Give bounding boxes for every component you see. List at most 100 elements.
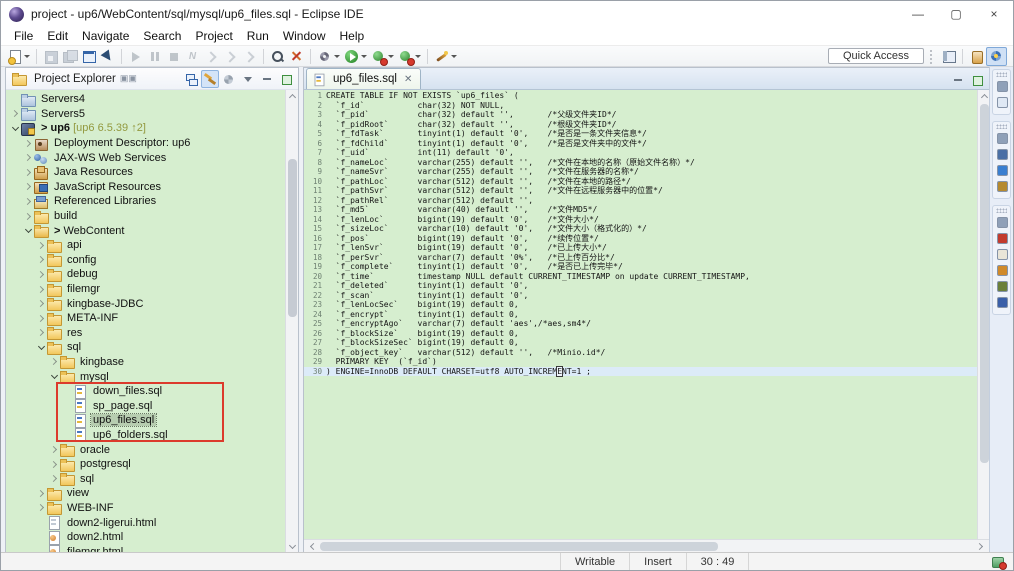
tree-item-sp-page-sql[interactable]: sp_page.sql: [6, 398, 285, 414]
view-menu-button[interactable]: [239, 70, 257, 88]
menu-project[interactable]: Project: [188, 28, 239, 44]
link-with-editor-button[interactable]: [201, 69, 219, 88]
mark-occurrences-button[interactable]: [287, 47, 306, 66]
filters-button[interactable]: [220, 70, 238, 88]
collapsed-chevron-icon[interactable]: [49, 473, 60, 484]
tree-item-view[interactable]: view: [6, 486, 285, 501]
collapsed-chevron-icon[interactable]: [36, 327, 47, 338]
external-tools-button[interactable]: [315, 47, 342, 66]
tree-item-down2-html[interactable]: down2.html: [6, 530, 285, 545]
open-console-button[interactable]: [79, 47, 98, 66]
minimize-window-button[interactable]: —: [899, 1, 937, 27]
collapsed-chevron-icon[interactable]: [36, 488, 47, 499]
collapsed-chevron-icon[interactable]: [23, 167, 34, 178]
collapsed-chevron-icon[interactable]: [23, 138, 34, 149]
tree-item-up6-folders-sql[interactable]: up6_folders.sql: [6, 428, 285, 443]
tree-item-servers4[interactable]: Servers4: [6, 92, 285, 107]
tree-item-kingbase-jdbc[interactable]: kingbase-JDBC: [6, 296, 285, 312]
search-button[interactable]: [268, 47, 287, 66]
history-view-icon[interactable]: [994, 247, 1010, 261]
minimize-editor-button[interactable]: [949, 71, 967, 89]
collapse-all-button[interactable]: [182, 70, 200, 88]
scrollbar-thumb[interactable]: [980, 104, 989, 464]
tree-scrollbar[interactable]: [285, 90, 298, 553]
tree-item-javascript-resources[interactable]: JavaScript Resources: [6, 180, 285, 195]
collapsed-chevron-icon[interactable]: [36, 269, 47, 280]
tree-item-api[interactable]: api: [6, 238, 285, 253]
tree-item-java-resources[interactable]: Java Resources: [6, 165, 285, 180]
editor-horizontal-scrollbar[interactable]: [304, 539, 990, 553]
menu-run[interactable]: Run: [240, 28, 276, 44]
run-button[interactable]: [342, 47, 369, 66]
tree-item-down2-ligerui-html[interactable]: down2-ligerui.html: [6, 515, 285, 531]
minimize-view-button[interactable]: [258, 70, 276, 88]
scrollbar-thumb[interactable]: [288, 159, 297, 317]
tab-up6-files-sql[interactable]: up6_files.sql ✕: [306, 68, 422, 89]
coverage-button[interactable]: [369, 47, 396, 66]
collapsed-chevron-icon[interactable]: [36, 502, 47, 513]
menu-edit[interactable]: Edit: [40, 28, 75, 44]
quick-access-button[interactable]: Quick Access: [827, 48, 924, 64]
variables-view-icon[interactable]: [994, 147, 1010, 161]
maximize-view-button[interactable]: [277, 70, 295, 88]
tree-item-kingbase[interactable]: kingbase: [6, 355, 285, 370]
collapsed-chevron-icon[interactable]: [36, 284, 47, 295]
close-window-button[interactable]: ×: [975, 1, 1013, 27]
tree-item-servers5[interactable]: Servers5: [6, 107, 285, 122]
tree-item-web-inf[interactable]: WEB-INF: [6, 501, 285, 516]
notification-icon[interactable]: [991, 556, 1007, 570]
tree-item-filemgr[interactable]: filemgr: [6, 282, 285, 297]
collapsed-chevron-icon[interactable]: [49, 356, 60, 367]
collapsed-chevron-icon[interactable]: [36, 254, 47, 265]
tree-item-sql[interactable]: sql: [6, 471, 285, 487]
tree-item-up6-files-sql[interactable]: up6_files.sql: [6, 413, 285, 428]
restore-view-icon[interactable]: [994, 79, 1010, 93]
profile-button[interactable]: [396, 47, 423, 66]
menu-search[interactable]: Search: [136, 28, 188, 44]
collapsed-chevron-icon[interactable]: [36, 313, 47, 324]
tree-item-oracle[interactable]: oracle: [6, 442, 285, 458]
expanded-chevron-icon[interactable]: [49, 371, 60, 382]
expanded-chevron-icon[interactable]: [36, 342, 47, 353]
tree-item-jax-ws-web-services[interactable]: JAX-WS Web Services: [6, 150, 285, 165]
link-selection-button[interactable]: [98, 47, 117, 66]
collapsed-chevron-icon[interactable]: [23, 196, 34, 207]
maximize-window-button[interactable]: ▢: [937, 1, 975, 27]
breakpoints-view-icon[interactable]: [994, 163, 1010, 177]
collapsed-chevron-icon[interactable]: [10, 108, 21, 119]
scrollbar-thumb[interactable]: [320, 542, 718, 551]
servers-view-icon[interactable]: [994, 231, 1010, 245]
tree-item-debug[interactable]: debug: [6, 267, 285, 282]
snippets-view-icon[interactable]: [994, 263, 1010, 277]
collapsed-chevron-icon[interactable]: [36, 240, 47, 251]
collapsed-chevron-icon[interactable]: [36, 298, 47, 309]
menu-navigate[interactable]: Navigate: [75, 28, 136, 44]
collapsed-chevron-icon[interactable]: [49, 444, 60, 455]
dropdown-arrow-icon[interactable]: [415, 54, 421, 58]
dropdown-arrow-icon[interactable]: [451, 54, 457, 58]
drag-handle[interactable]: [996, 72, 1007, 77]
tab-close-icon[interactable]: ✕: [402, 74, 414, 85]
tree-item-deployment-descriptor-up6[interactable]: Deployment Descriptor: up6: [6, 136, 285, 151]
new-button[interactable]: [5, 47, 32, 66]
java-perspective-button[interactable]: [967, 47, 986, 66]
collapsed-chevron-icon[interactable]: [23, 211, 34, 222]
collapsed-chevron-icon[interactable]: [49, 459, 60, 470]
drag-handle[interactable]: [996, 208, 1007, 213]
collapsed-chevron-icon[interactable]: [23, 152, 34, 163]
project-explorer-title[interactable]: Project Explorer: [34, 73, 116, 85]
expanded-chevron-icon[interactable]: [23, 225, 34, 236]
scroll-up-arrow[interactable]: [286, 90, 298, 103]
tree-item-up6[interactable]: > up6 [up6 6.5.39 ↑2]: [6, 121, 285, 136]
menu-window[interactable]: Window: [276, 28, 333, 44]
collapsed-chevron-icon[interactable]: [23, 181, 34, 192]
maximize-editor-button[interactable]: [968, 71, 986, 89]
drag-handle[interactable]: [996, 124, 1007, 129]
tree-item-webcontent[interactable]: > WebContent: [6, 223, 285, 239]
javaee-perspective-button[interactable]: [986, 46, 1007, 66]
dropdown-arrow-icon[interactable]: [334, 54, 340, 58]
tree-item-sql[interactable]: sql: [6, 340, 285, 355]
dropdown-arrow-icon[interactable]: [24, 54, 30, 58]
tree-item-postgresql[interactable]: postgresql: [6, 457, 285, 472]
tree-item-res[interactable]: res: [6, 326, 285, 341]
